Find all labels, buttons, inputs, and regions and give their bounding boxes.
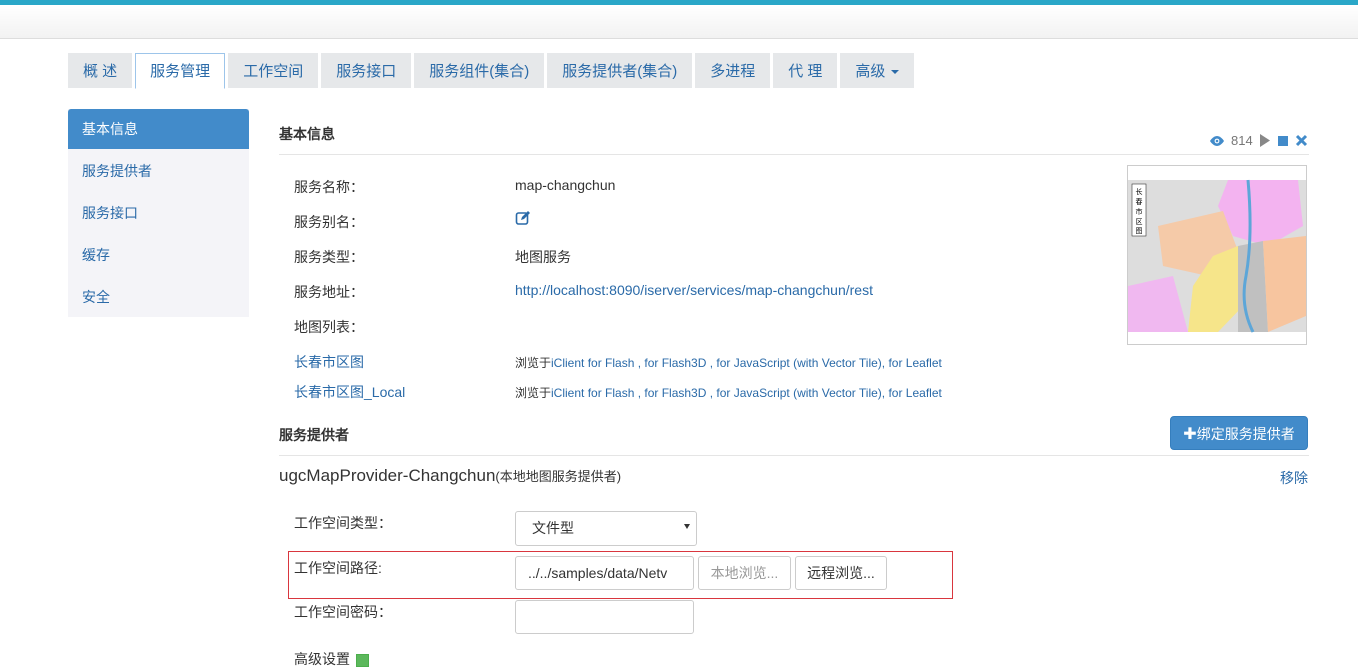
service-provider-title: 服务提供者 [279,427,349,443]
sidebar: 基本信息 服务提供者 服务接口 缓存 安全 [68,109,249,317]
eye-icon [1210,135,1224,146]
svg-text:区: 区 [1136,218,1143,226]
sidebar-item-service-interface[interactable]: 服务接口 [68,193,249,235]
tab-service-components[interactable]: 服务组件(集合) [414,53,545,88]
tab-advanced[interactable]: 高级 [840,53,915,88]
workspace-type-value: 文件型 [532,520,574,536]
service-actions: 814 [1209,133,1308,148]
workspace-type-label: 工作空间类型： [294,515,392,531]
map-thumbnail: 长 春 市 区 图 [1127,165,1307,345]
svg-text:图: 图 [1136,227,1143,235]
divider [279,455,1309,456]
svg-text:市: 市 [1136,207,1143,216]
advanced-settings-row: 高级设置 [294,649,369,669]
workspace-password-input[interactable] [515,600,694,634]
remove-provider-link[interactable]: 移除 [1280,468,1308,488]
map-browse-row: 浏览于iClient for Flash , for Flash3D , for… [515,354,942,371]
tab-workspace[interactable]: 工作空间 [228,53,319,88]
workspace-path-input[interactable]: ../../samples/data/Netv [515,556,694,590]
main-tabs: 概 述 服务管理 工作空间 服务接口 服务组件(集合) 服务提供者(集合) 多进… [68,53,917,89]
tab-service-interface[interactable]: 服务接口 [321,53,412,88]
svg-text:春: 春 [1136,197,1143,206]
map-link-changchun-local[interactable]: 长春市区图_Local [294,382,405,402]
header-bar [0,5,1358,39]
workspace-path-label: 工作空间路径: [294,560,382,576]
service-name-value: map-changchun [515,177,616,193]
svg-text:长: 长 [1136,187,1143,196]
plus-icon: ✚ [1183,426,1197,443]
workspace-type-select[interactable]: 文件型 [515,511,697,546]
tab-service-providers[interactable]: 服务提供者(集合) [547,53,693,88]
service-url-label: 服务地址： [294,284,364,300]
bind-provider-label: 绑定服务提供者 [1196,426,1295,442]
tab-advanced-label: 高级 [855,63,886,80]
divider [279,154,1309,155]
map-link-changchun[interactable]: 长春市区图 [294,352,364,372]
stop-icon[interactable] [1277,135,1289,147]
browse-prefix: 浏览于 [515,386,552,400]
remote-browse-button[interactable]: 远程浏览... [795,556,887,590]
local-browse-button[interactable]: 本地浏览... [698,556,791,590]
browse-client-links[interactable]: iClient for Flash , for Flash3D , for Ja… [551,356,942,370]
browse-prefix: 浏览于 [515,356,552,370]
view-count: 814 [1231,133,1253,148]
provider-name-text: ugcMapProvider-Changchun [279,466,496,485]
service-name-label: 服务名称： [294,179,364,195]
close-icon[interactable] [1295,134,1308,147]
tab-proxy[interactable]: 代 理 [773,53,838,88]
map-browse-row: 浏览于iClient for Flash , for Flash3D , for… [515,384,942,401]
service-type-label: 服务类型： [294,249,364,265]
service-type-value: 地图服务 [515,249,571,265]
sidebar-item-service-provider[interactable]: 服务提供者 [68,151,249,193]
service-url-link[interactable]: http://localhost:8090/iserver/services/m… [515,282,873,298]
tab-multi-process[interactable]: 多进程 [695,53,771,88]
select-arrow-icon [684,524,690,529]
sidebar-item-security[interactable]: 安全 [68,277,249,319]
sidebar-item-cache[interactable]: 缓存 [68,235,249,277]
provider-name: ugcMapProvider-Changchun(本地地图服务提供者) [279,466,621,486]
workspace-password-label: 工作空间密码： [294,604,392,620]
play-icon[interactable] [1259,134,1271,147]
map-list-label: 地图列表： [294,319,364,335]
sidebar-item-basic-info[interactable]: 基本信息 [68,109,249,149]
bind-provider-button[interactable]: ✚绑定服务提供者 [1170,416,1308,450]
provider-type-text: (本地地图服务提供者) [495,469,622,484]
basic-info-title: 基本信息 [279,126,335,142]
advanced-settings-label: 高级设置 [294,651,350,667]
chevron-down-icon [891,70,900,75]
edit-icon[interactable] [515,210,531,226]
tab-service-management[interactable]: 服务管理 [135,53,226,89]
service-alias-label: 服务别名： [294,214,364,230]
advanced-settings-toggle[interactable] [356,653,369,667]
browse-client-links[interactable]: iClient for Flash , for Flash3D , for Ja… [551,386,942,400]
tab-overview[interactable]: 概 述 [68,53,133,88]
